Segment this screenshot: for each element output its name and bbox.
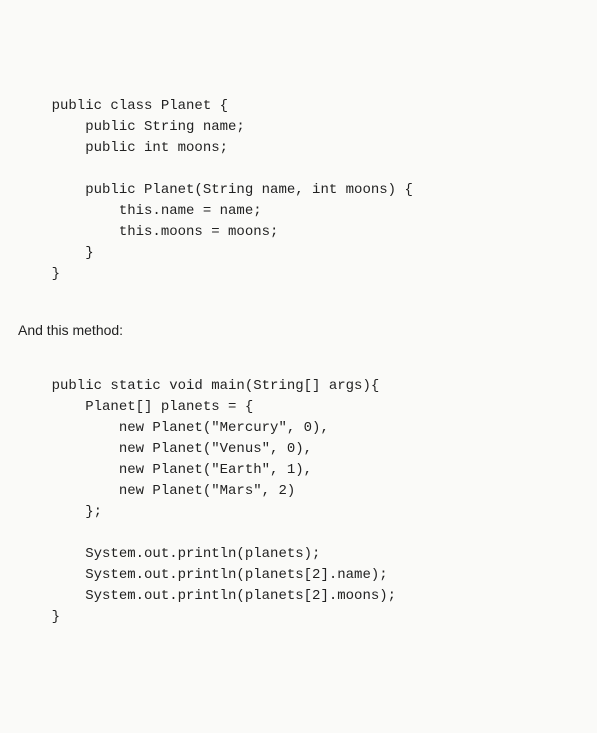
code-line: new Planet("Venus", 0), <box>18 441 312 457</box>
code-line: } <box>18 609 60 625</box>
code-block-class-planet: public class Planet { public String name… <box>18 96 579 285</box>
code-line: new Planet("Mercury", 0), <box>18 420 329 436</box>
code-block-main-method: public static void main(String[] args){ … <box>18 376 579 628</box>
code-line: new Planet("Mars", 2) <box>18 483 295 499</box>
code-line: public int moons; <box>18 140 228 156</box>
code-line: System.out.println(planets[2].name); <box>18 567 388 583</box>
narrative-text: And this method: <box>18 320 579 341</box>
code-line: System.out.println(planets); <box>18 546 320 562</box>
code-line: public Planet(String name, int moons) { <box>18 182 413 198</box>
code-line: this.moons = moons; <box>18 224 278 240</box>
code-line: public class Planet { <box>18 98 228 114</box>
code-line: this.name = name; <box>18 203 262 219</box>
code-line: public static void main(String[] args){ <box>18 378 379 394</box>
code-line: System.out.println(planets[2].moons); <box>18 588 396 604</box>
code-line: }; <box>18 504 102 520</box>
code-line: new Planet("Earth", 1), <box>18 462 312 478</box>
code-line: public String name; <box>18 119 245 135</box>
code-line: } <box>18 245 94 261</box>
code-line: Planet[] planets = { <box>18 399 253 415</box>
code-line: } <box>18 266 60 282</box>
